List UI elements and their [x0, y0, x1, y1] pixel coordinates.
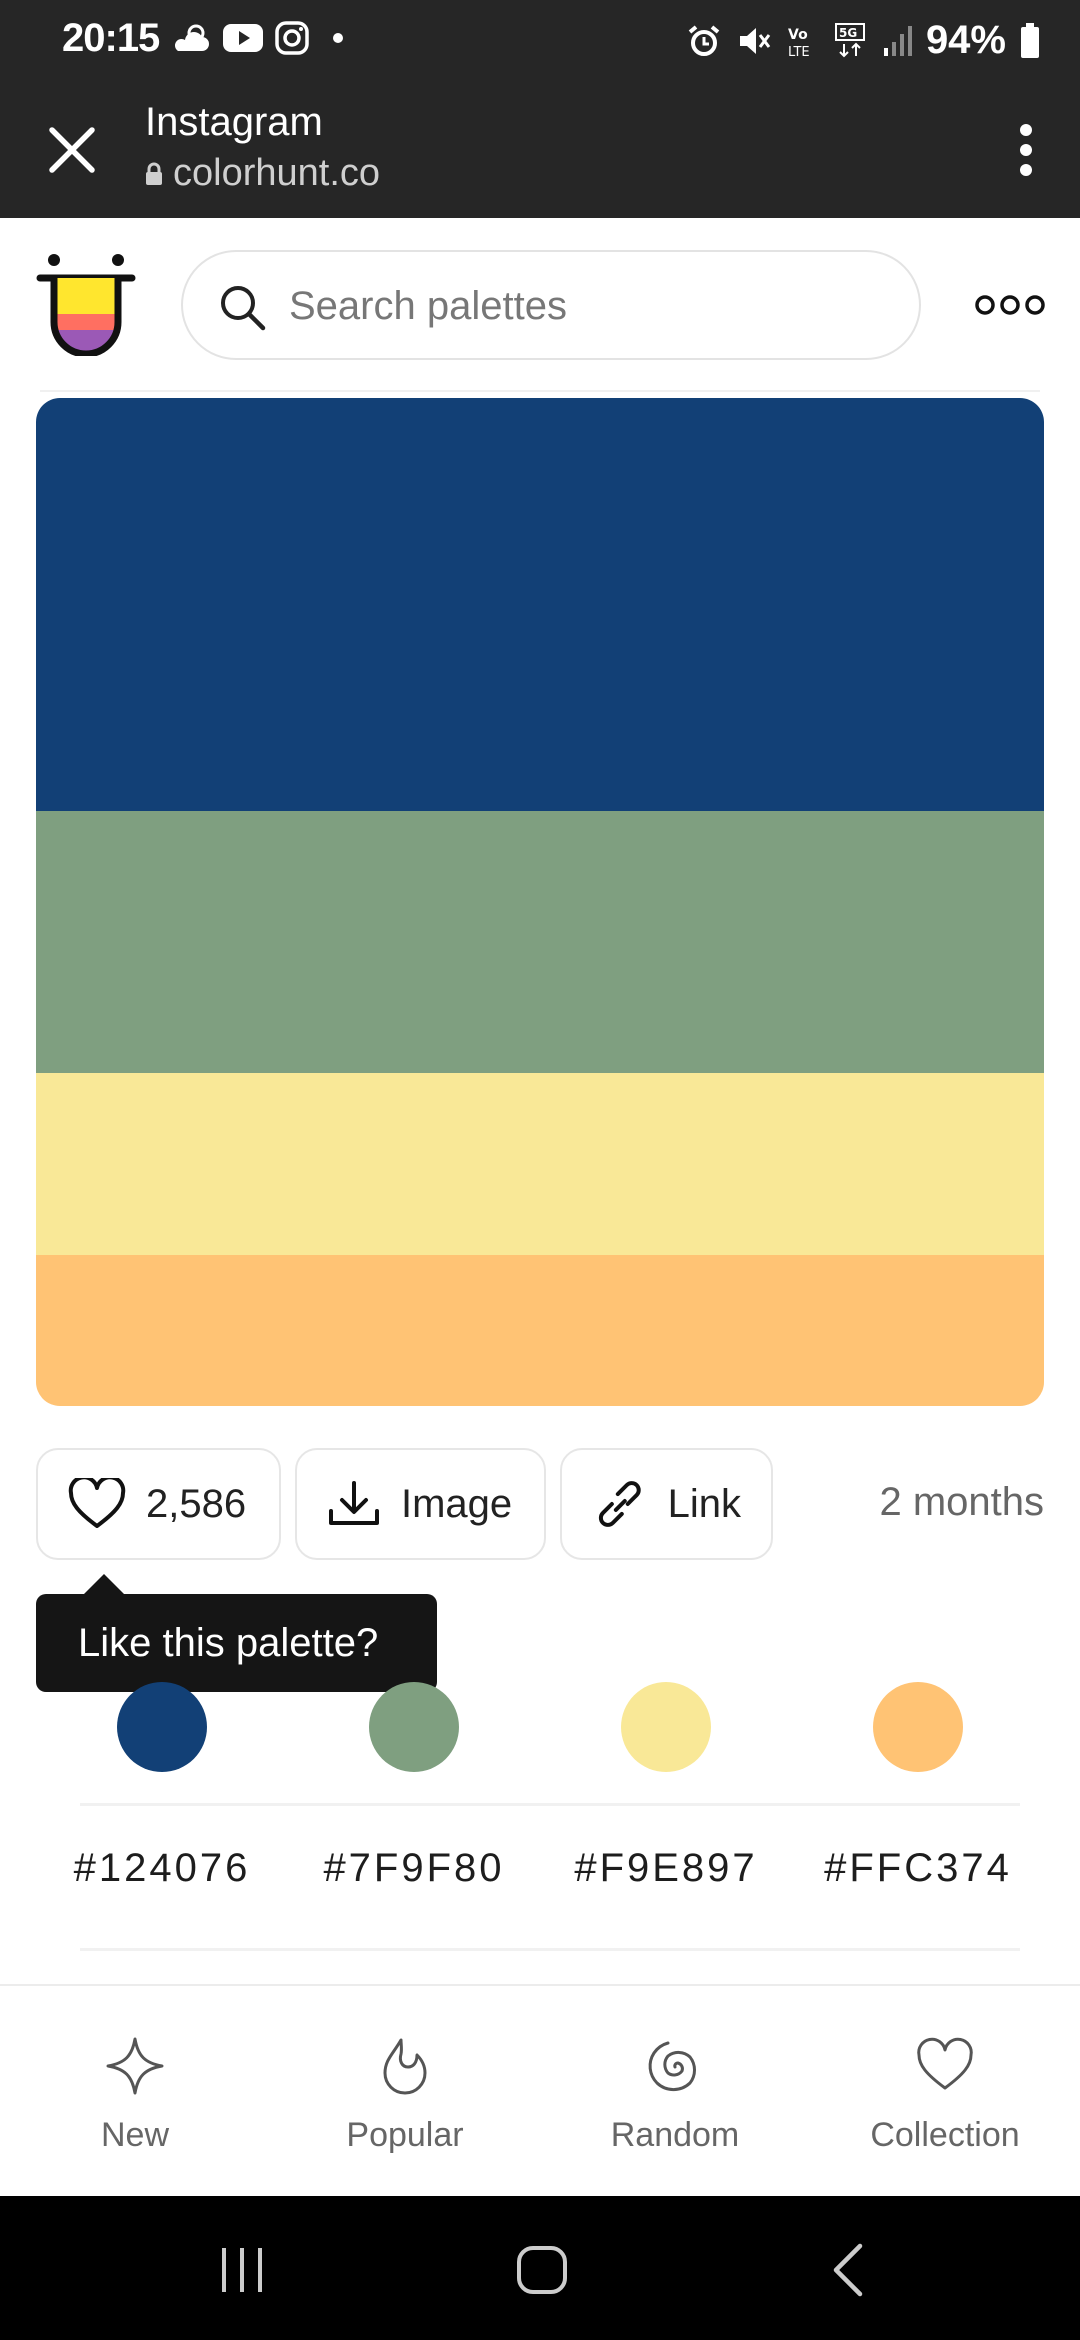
flame-icon — [383, 2038, 427, 2095]
color-circle-4[interactable] — [873, 1682, 963, 1772]
search-input[interactable] — [287, 270, 891, 342]
divider — [80, 1948, 1020, 1951]
bottom-navigation: New Popular Random Collection — [0, 1990, 1080, 2194]
palette-preview[interactable] — [36, 398, 1044, 1406]
color-code-3[interactable]: #F9E897 — [540, 1846, 792, 1891]
heart-icon — [917, 2037, 973, 2090]
nav-collection[interactable]: Collection — [810, 1990, 1080, 2194]
nav-collection-label: Collection — [870, 2116, 1020, 2154]
color-circles — [36, 1682, 1044, 1772]
color-codes: #124076 #7F9F80 #F9E897 #FFC374 — [36, 1846, 1044, 1906]
color-circle-3[interactable] — [621, 1682, 711, 1772]
header-divider — [40, 390, 1040, 392]
lock-icon — [146, 162, 162, 185]
spiral-icon — [648, 2041, 697, 2091]
colorhunt-logo[interactable] — [36, 252, 136, 356]
like-button[interactable]: 2,586 — [36, 1448, 281, 1560]
signal-icon — [883, 25, 912, 56]
battery-icon — [1021, 22, 1039, 58]
color-code-1[interactable]: #124076 — [36, 1846, 288, 1891]
system-navigation-bar — [0, 2196, 1080, 2340]
nav-new[interactable]: New — [0, 1990, 270, 2194]
download-icon — [329, 1481, 379, 1525]
home-icon[interactable] — [513, 2240, 573, 2300]
browser-menu-icon[interactable] — [1016, 120, 1036, 180]
close-icon[interactable] — [44, 122, 100, 178]
svg-text:LTE: LTE — [788, 45, 810, 59]
weather-icon — [174, 24, 209, 51]
back-icon[interactable] — [818, 2240, 878, 2300]
browser-page-title: Instagram — [145, 100, 323, 144]
color-circle-1[interactable] — [117, 1682, 207, 1772]
like-tooltip: Like this palette? — [36, 1594, 437, 1692]
svg-text:Vo: Vo — [788, 27, 808, 43]
status-time: 20:15 — [62, 16, 160, 60]
browser-header: Instagram colorhunt.co — [0, 80, 1080, 218]
palette-age: 2 months — [879, 1480, 1044, 1524]
youtube-icon — [223, 24, 263, 52]
mute-icon — [739, 27, 771, 54]
download-image-button[interactable]: Image — [295, 1448, 546, 1560]
copy-link-button[interactable]: Link — [560, 1448, 773, 1560]
color-code-2[interactable]: #7F9F80 — [288, 1846, 540, 1891]
link-icon — [598, 1481, 641, 1527]
nav-popular-label: Popular — [346, 2116, 464, 2154]
like-count: 2,586 — [146, 1481, 247, 1526]
bottom-nav-divider — [0, 1984, 1080, 1986]
dot-icon — [333, 33, 343, 43]
status-bar: 20:15 Vo LTE 5G 94% — [0, 0, 1080, 80]
search-icon — [221, 286, 266, 331]
palette-actions: 2,586 Image Link — [36, 1448, 773, 1564]
palette-swatch-1[interactable] — [36, 398, 1044, 811]
search-bar[interactable] — [181, 250, 921, 360]
divider — [80, 1803, 1020, 1806]
color-circle-2[interactable] — [369, 1682, 459, 1772]
sparkle-icon — [106, 2037, 164, 2095]
palette-swatch-2[interactable] — [36, 811, 1044, 1073]
color-code-4[interactable]: #FFC374 — [792, 1846, 1044, 1891]
tooltip-arrow — [84, 1574, 124, 1594]
palette-swatch-4[interactable] — [36, 1255, 1044, 1406]
nav-random[interactable]: Random — [540, 1990, 810, 2194]
image-button-label: Image — [401, 1481, 513, 1526]
heart-icon — [68, 1478, 126, 1528]
nav-new-label: New — [100, 2116, 170, 2154]
link-button-label: Link — [667, 1481, 741, 1526]
status-system-icons: Vo LTE 5G 94% — [686, 18, 1040, 63]
more-options-icon[interactable] — [974, 292, 1046, 318]
volte-icon: Vo LTE — [788, 27, 810, 59]
browser-url-text: colorhunt.co — [173, 152, 381, 194]
battery-percent: 94% — [925, 18, 1006, 62]
nav-random-label: Random — [610, 2116, 740, 2154]
alarm-icon — [688, 24, 720, 56]
5g-icon: 5G — [834, 22, 865, 57]
status-notification-icons — [172, 20, 350, 56]
nav-popular[interactable]: Popular — [270, 1990, 540, 2194]
svg-text:5G: 5G — [839, 26, 857, 40]
palette-swatch-3[interactable] — [36, 1073, 1044, 1255]
recent-apps-icon[interactable] — [212, 2240, 272, 2300]
browser-url: colorhunt.co — [145, 152, 380, 195]
instagram-icon — [275, 21, 309, 55]
